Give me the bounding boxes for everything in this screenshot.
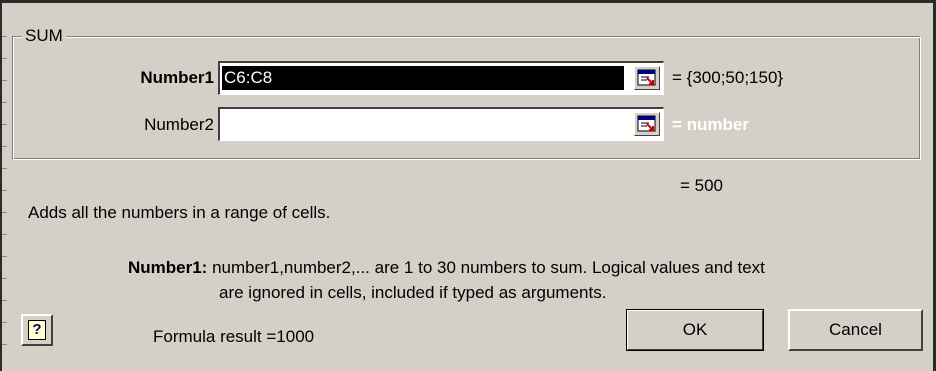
- function-name-label: SUM: [22, 26, 66, 46]
- function-group-box: [12, 36, 921, 160]
- row-tick: [2, 190, 7, 191]
- row-tick: [2, 278, 7, 279]
- help-button[interactable]: ?: [21, 314, 53, 346]
- number1-evaluation: = {300;50;150}: [672, 68, 784, 87]
- window-edge-left: [0, 0, 2, 371]
- number1-label: Number1: [140, 68, 214, 87]
- formula-result: Formula result =1000: [153, 327, 315, 346]
- argument-help-name: Number1:: [128, 258, 208, 277]
- row-tick: [2, 80, 7, 81]
- number1-field[interactable]: C6:C8: [218, 61, 664, 95]
- number2-collapse-button[interactable]: [634, 112, 660, 136]
- row-tick: [2, 36, 7, 37]
- row-tick: [2, 344, 7, 345]
- row-tick: [2, 58, 7, 59]
- argument-help-continuation: are ignored in cells, included if typed …: [219, 283, 607, 302]
- help-icon: ?: [28, 320, 46, 340]
- row-tick: [2, 234, 7, 235]
- row-tick: [2, 102, 7, 103]
- number2-field[interactable]: [218, 107, 664, 141]
- number2-input[interactable]: [222, 112, 624, 136]
- argument-help-text: number1,number2,... are 1 to 30 numbers …: [212, 258, 765, 277]
- collapse-dialog-icon: [637, 69, 656, 86]
- row-tick: [2, 168, 7, 169]
- number1-input[interactable]: C6:C8: [222, 66, 624, 90]
- function-description: Adds all the numbers in a range of cells…: [28, 203, 331, 222]
- cancel-button[interactable]: Cancel: [788, 309, 923, 351]
- function-arguments-dialog: SUM Number1 C6:C8 = {300;50;150} Number2: [0, 0, 936, 371]
- row-tick: [2, 124, 7, 125]
- ok-button[interactable]: OK: [626, 309, 764, 351]
- argument-help: Number1: number1,number2,... are 1 to 30…: [128, 257, 765, 279]
- function-result: = 500: [680, 176, 724, 195]
- row-tick: [2, 146, 7, 147]
- number2-label: Number2: [144, 115, 214, 134]
- number2-evaluation: = number: [672, 115, 749, 134]
- row-tick: [2, 300, 7, 301]
- row-tick: [2, 212, 7, 213]
- collapse-dialog-icon: [637, 115, 656, 132]
- number1-collapse-button[interactable]: [634, 66, 660, 90]
- row-tick: [2, 256, 7, 257]
- row-tick: [2, 322, 7, 323]
- window-edge-top: [0, 0, 936, 3]
